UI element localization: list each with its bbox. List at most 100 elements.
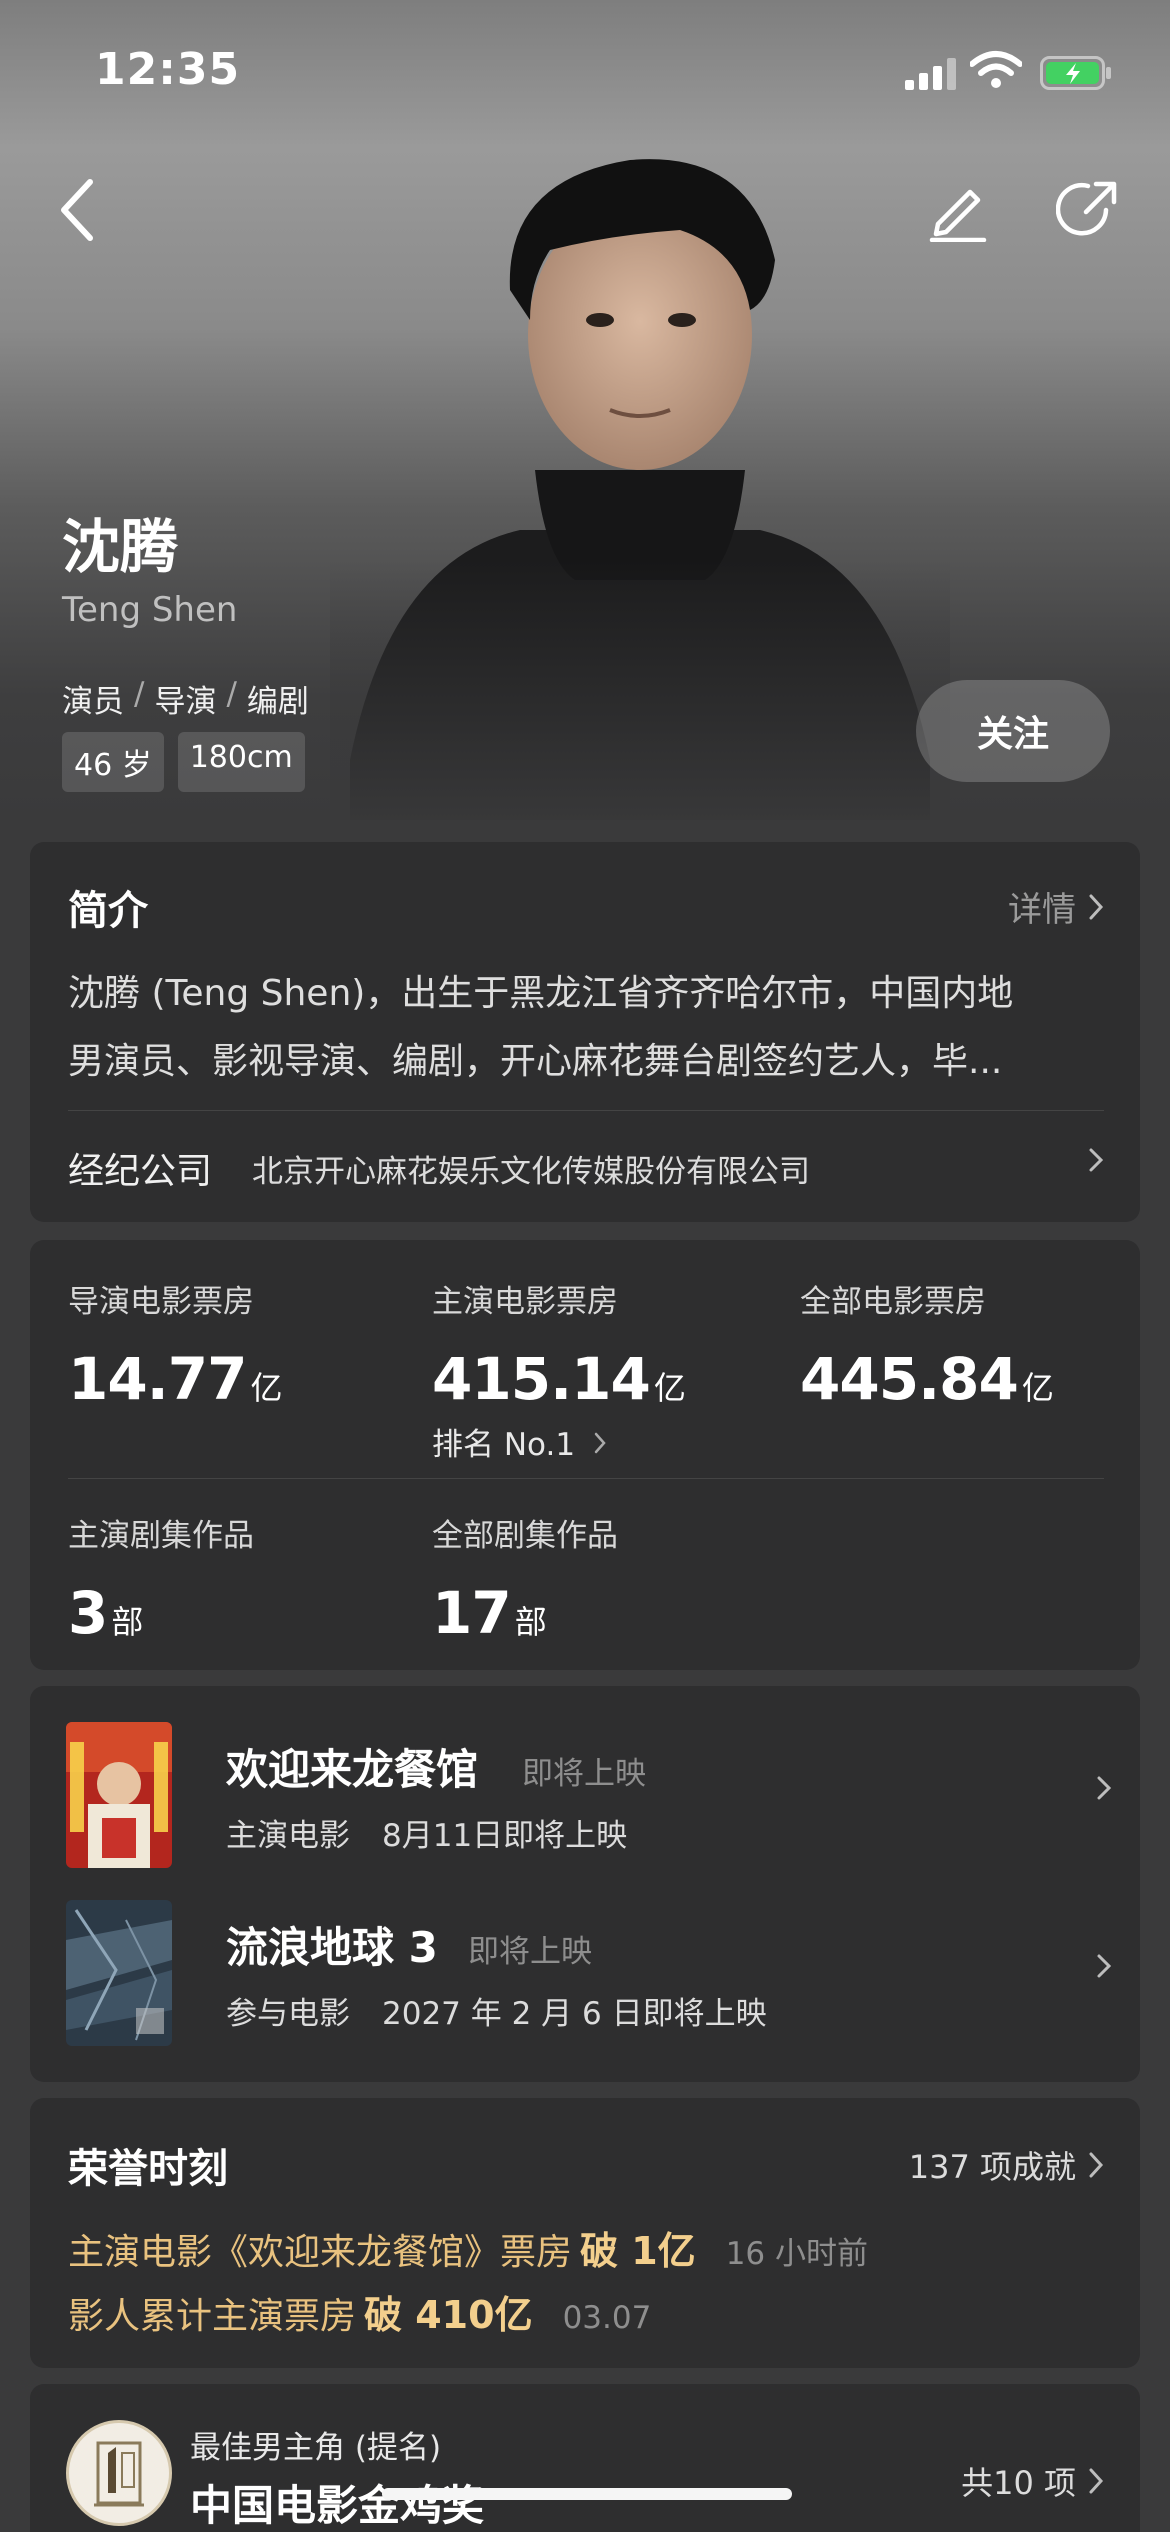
stat-number: 445.84 — [800, 1345, 1019, 1413]
wifi-icon — [970, 51, 1022, 88]
height-tag: 180cm — [177, 732, 305, 792]
film-title: 流浪地球 3 — [226, 1923, 438, 1972]
stat-unit: 部 — [111, 1603, 144, 1641]
role-director: 导演 — [154, 684, 217, 720]
film-release: 2027 年 2 月 6 日即将上映 — [382, 1996, 767, 2032]
honors-card: 荣誉时刻 137 项成就 主演电影《欢迎来龙餐馆》票房 破 1亿 16 小时前 … — [30, 2098, 1140, 2368]
agency-name[interactable]: 北京开心麻花娱乐文化传媒股份有限公司 — [252, 1146, 810, 1191]
stat-label: 主演电影票房 — [432, 1284, 618, 1320]
film-poster — [66, 1722, 172, 1868]
divider — [68, 1110, 1104, 1111]
stat-lead-box-office: 主演电影票房 415.14 亿 排名 No.1 — [432, 1276, 686, 1464]
stat-value: 14.77 亿 — [68, 1345, 282, 1413]
stat-lead-series: 主演剧集作品 3 部 — [68, 1510, 254, 1647]
home-indicator[interactable] — [382, 2488, 792, 2500]
role-actor: 演员 — [62, 684, 124, 720]
film-item[interactable]: 欢迎来龙餐馆 即将上映 主演电影 8月11日即将上映 — [66, 1722, 1112, 1868]
intro-card: 简介 详情 沈腾 (Teng Shen)，出生于黑龙江省齐齐哈尔市，中国内地 男… — [30, 842, 1140, 1222]
stat-label: 主演剧集作品 — [68, 1518, 254, 1554]
film-release: 8月11日即将上映 — [382, 1818, 628, 1854]
ranking-label: 排名 No.1 — [432, 1427, 576, 1463]
share-icon — [1056, 181, 1117, 236]
box-office-stats-card: 导演电影票房 14.77 亿 主演电影票房 415.14 亿 排名 No.1 全… — [30, 1240, 1140, 1670]
stat-number: 415.14 — [432, 1345, 651, 1413]
divider — [68, 1478, 1104, 1479]
actor-name-english: Teng Shen — [62, 590, 238, 630]
honor-time: 16 小时前 — [725, 2236, 868, 2272]
stat-value: 17 部 — [432, 1579, 618, 1647]
award-organization: 中国电影金鸡奖 — [190, 2481, 485, 2530]
stat-unit: 部 — [514, 1603, 547, 1641]
film-role: 主演电影 — [226, 1818, 350, 1854]
age-tag: 46 岁 — [62, 732, 164, 792]
intro-details-label: 详情 — [1008, 890, 1076, 930]
honor-time: 03.07 — [562, 2300, 652, 2336]
film-status: 即将上映 — [522, 1756, 646, 1792]
stat-unit: 亿 — [1021, 1369, 1054, 1407]
upcoming-films-card: 欢迎来龙餐馆 即将上映 主演电影 8月11日即将上映 流浪地球 3 即将上映 参… — [30, 1686, 1140, 2082]
actor-portrait — [330, 159, 950, 820]
film-status: 即将上映 — [468, 1934, 592, 1970]
award-total-link[interactable]: 共10 项 — [961, 2458, 1104, 2504]
status-bar: 12:35 — [0, 0, 1170, 140]
honor-highlight: 破 1亿 — [580, 2229, 696, 2273]
stat-value: 415.14 亿 — [432, 1345, 686, 1413]
intro-title: 简介 — [68, 888, 148, 934]
honor-text: 影人累计主演票房 — [68, 2296, 357, 2337]
honors-count-link[interactable]: 137 项成就 — [909, 2142, 1104, 2188]
actor-tags: 46 岁 180cm — [62, 732, 305, 792]
battery-charging-icon — [1040, 56, 1111, 90]
stat-value: 3 部 — [68, 1579, 254, 1647]
follow-button[interactable]: 关注 — [916, 680, 1110, 782]
stat-label: 导演电影票房 — [68, 1284, 254, 1320]
film-meta: 参与电影 2027 年 2 月 6 日即将上映 — [226, 1988, 767, 2033]
stat-number: 3 — [68, 1579, 108, 1647]
status-time: 12:35 — [95, 44, 241, 95]
film-item[interactable]: 流浪地球 3 即将上映 参与电影 2027 年 2 月 6 日即将上映 — [66, 1900, 1112, 2046]
award-prize: 最佳男主角 (提名) — [190, 2430, 442, 2466]
honor-item[interactable]: 主演电影《欢迎来龙餐馆》票房 破 1亿 16 小时前 — [68, 2220, 868, 2275]
honors-title: 荣誉时刻 — [68, 2146, 228, 2192]
profile-hero: 12:35 沈腾 Teng Shen 演员 / 导演 / 编剧 46 岁 180… — [0, 0, 1170, 820]
role-separator: / — [134, 676, 145, 712]
film-title: 欢迎来龙餐馆 — [226, 1745, 479, 1794]
cellular-signal-icon — [905, 58, 956, 90]
edit-button[interactable] — [918, 170, 998, 250]
actor-roles: 演员 / 导演 / 编剧 — [62, 676, 309, 721]
chevron-right-icon — [1097, 1776, 1112, 1800]
back-button[interactable] — [38, 170, 118, 250]
stat-director-box-office: 导演电影票房 14.77 亿 — [68, 1276, 282, 1413]
golden-rooster-award-icon — [66, 2420, 172, 2526]
intro-details-link[interactable]: 详情 — [1008, 882, 1104, 931]
stat-number: 14.77 — [68, 1345, 247, 1413]
film-meta: 主演电影 8月11日即将上映 — [226, 1810, 627, 1855]
stat-unit: 亿 — [250, 1369, 283, 1407]
award-card[interactable]: 最佳男主角 (提名) 中国电影金鸡奖 共10 项 — [30, 2384, 1140, 2532]
agency-label: 经纪公司 — [68, 1151, 213, 1192]
stat-number: 17 — [432, 1579, 512, 1647]
film-poster — [66, 1900, 172, 2046]
chevron-right-icon — [1089, 2468, 1104, 2494]
honor-highlight: 破 410亿 — [364, 2293, 533, 2337]
chevron-right-icon — [594, 1432, 606, 1454]
chevron-right-icon — [1089, 894, 1104, 919]
stat-value: 445.84 亿 — [800, 1345, 1054, 1413]
honor-item[interactable]: 影人累计主演票房 破 410亿 03.07 — [68, 2284, 651, 2339]
award-total: 共10 项 — [961, 2464, 1076, 2502]
chevron-left-icon — [61, 179, 93, 241]
honors-count: 137 项成就 — [908, 2148, 1076, 2186]
share-button[interactable] — [1048, 170, 1128, 250]
stat-all-series: 全部剧集作品 17 部 — [432, 1510, 618, 1647]
stat-total-box-office: 全部电影票房 445.84 亿 — [800, 1276, 1054, 1413]
pencil-icon — [929, 189, 987, 242]
film-role: 参与电影 — [226, 1996, 350, 2032]
intro-description-line: 男演员、影视导演、编剧，开心麻花舞台剧签约艺人，毕... — [68, 1041, 1003, 1082]
role-writer: 编剧 — [246, 684, 309, 720]
stat-label: 全部电影票房 — [800, 1284, 986, 1320]
honor-text: 主演电影《欢迎来龙餐馆》票房 — [68, 2232, 573, 2273]
chevron-right-icon[interactable] — [1088, 1142, 1104, 1178]
intro-description-line: 沈腾 (Teng Shen)，出生于黑龙江省齐齐哈尔市，中国内地 — [68, 973, 1014, 1014]
role-separator: / — [226, 676, 237, 712]
intro-description[interactable]: 沈腾 (Teng Shen)，出生于黑龙江省齐齐哈尔市，中国内地 男演员、影视导… — [68, 960, 1108, 1096]
ranking-link[interactable]: 排名 No.1 — [432, 1419, 686, 1464]
